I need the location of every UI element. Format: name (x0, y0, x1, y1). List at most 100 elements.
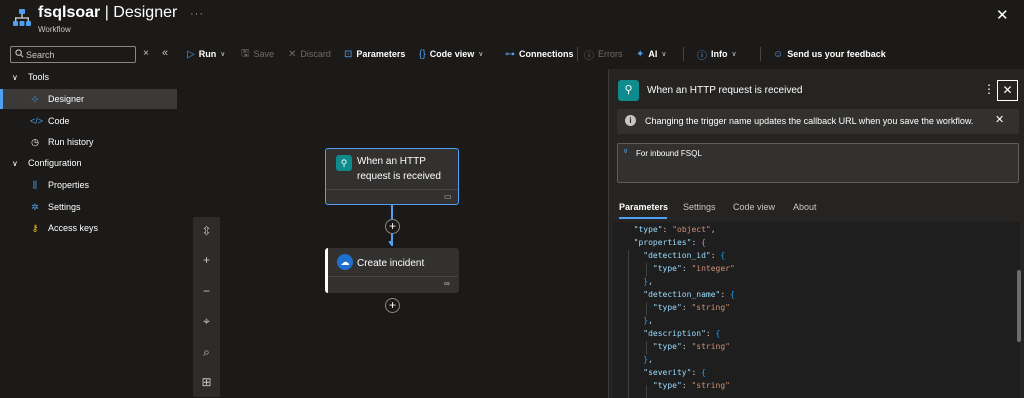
sidebar-item-access-keys[interactable]: ⚷ Access keys (0, 218, 177, 238)
parameters-icon: ⊡ (344, 48, 353, 60)
page-subtitle: Workflow (38, 25, 71, 34)
errors-label: Errors (598, 49, 623, 59)
play-icon: ▷ (187, 48, 195, 60)
sidebar-item-label: Run history (48, 137, 94, 147)
ai-button[interactable]: ✦ AI ∨ (636, 44, 667, 64)
toolbar-divider (577, 47, 578, 61)
errors-button[interactable]: ⓘ Errors (584, 44, 623, 64)
sidebar-item-label: Access keys (48, 223, 99, 233)
chevron-down-icon: ∨ (731, 51, 737, 58)
chevron-down-icon[interactable]: ∨ (623, 147, 628, 155)
discard-button[interactable]: ✕ Discard (288, 44, 331, 64)
braces-icon: {} (419, 48, 426, 60)
info-icon: ⓘ (697, 50, 707, 62)
tab-about[interactable]: About (793, 202, 817, 212)
feedback-label: Send us your feedback (787, 49, 886, 59)
run-button[interactable]: ▷ Run ∨ (187, 44, 225, 64)
sidebar-group-label: Tools (28, 72, 50, 82)
properties-icon: ⫼ (32, 179, 38, 190)
save-label: Save (253, 49, 275, 59)
code-line: "type": "string" (652, 342, 730, 351)
link-icon: ⊶ (505, 48, 515, 60)
search-icon (15, 49, 24, 58)
tab-parameters[interactable]: Parameters (619, 202, 668, 212)
chevron-down-icon: ∨ (12, 72, 18, 82)
gear-icon: ✲ (31, 201, 39, 212)
comment-icon[interactable]: ▭ (444, 192, 452, 201)
sidebar-item-label: Designer (48, 94, 85, 104)
ai-label: AI (648, 49, 658, 59)
panel-title[interactable]: When an HTTP request is received (647, 85, 802, 96)
connections-label: Connections (519, 49, 574, 59)
panel-close-button[interactable]: ✕ (997, 80, 1018, 101)
center-icon[interactable]: ⌖ (193, 309, 220, 333)
panel-more-icon[interactable]: ⋮ (983, 82, 995, 96)
code-line: "detection_name": { (643, 290, 735, 299)
editor-scrollbar[interactable] (1017, 270, 1021, 342)
connector-arrow-icon: ▼ (387, 240, 394, 247)
chevron-down-icon: ∨ (478, 51, 484, 58)
sidebar-group-tools[interactable]: ∨ Tools (12, 68, 49, 86)
sparkle-icon: ✦ (636, 48, 645, 60)
zoom-in-icon[interactable]: + (193, 248, 220, 272)
code-view-button[interactable]: {} Code view ∨ (419, 44, 483, 64)
sidebar-item-properties[interactable]: ⫼ Properties (0, 175, 177, 195)
app-name: fsqlsoar (38, 4, 101, 21)
action-card-footer (328, 276, 458, 292)
sidebar-item-designer[interactable]: ⊹ Designer (0, 89, 177, 109)
feedback-button[interactable]: ☺ Send us your feedback (773, 44, 886, 64)
code-line: "type": "object", (633, 225, 716, 234)
logic-app-logo-icon (13, 9, 31, 26)
code-icon: </> (30, 116, 44, 126)
save-button[interactable]: 🖫 Save (241, 44, 274, 64)
trigger-card-title: When an HTTP request is received (357, 156, 441, 182)
sidebar-item-label: Properties (48, 180, 90, 190)
code-line: "type": "integer" (652, 264, 735, 273)
sidebar-item-run-history[interactable]: ◷ Run history (0, 132, 177, 152)
discard-icon: ✕ (288, 48, 297, 60)
http-trigger-icon: ⚲ (618, 80, 639, 101)
code-view-label: Code view (429, 49, 475, 59)
run-label: Run (198, 49, 217, 59)
clear-search-icon[interactable]: × (143, 48, 149, 59)
tab-settings[interactable]: Settings (683, 202, 716, 212)
link-icon[interactable]: ∞ (444, 279, 450, 288)
action-card-title: Create incident (357, 258, 425, 269)
search-canvas-icon[interactable]: ⌕ (193, 340, 220, 364)
parameters-button[interactable]: ⊡ Parameters (344, 44, 405, 64)
http-trigger-icon: ⚲ (336, 155, 352, 171)
clock-icon: ◷ (31, 136, 39, 147)
code-line: "type": "string" (652, 303, 730, 312)
dismiss-info-button[interactable]: ✕ (995, 113, 1004, 126)
sidebar-group-configuration[interactable]: ∨ Configuration (12, 154, 82, 172)
toolbar-divider (760, 47, 761, 61)
close-blade-button[interactable]: ✕ (996, 6, 1009, 24)
more-options-icon[interactable]: ··· (190, 8, 204, 20)
add-step-button[interactable]: + (385, 298, 400, 313)
zoom-out-icon[interactable]: − (193, 279, 220, 303)
sidebar-item-code[interactable]: </> Code (0, 111, 177, 131)
code-line: "detection_id": { (643, 251, 726, 260)
parameters-label: Parameters (356, 49, 406, 59)
code-line: "type": "string" (652, 381, 730, 390)
sidebar-item-label: Settings (48, 202, 81, 212)
collapse-sidebar-icon[interactable]: « (162, 47, 168, 59)
sidebar-item-settings[interactable]: ✲ Settings (0, 197, 177, 217)
code-line: "description": { (643, 329, 721, 338)
info-button[interactable]: ⓘ Info ∨ (697, 44, 737, 64)
sentinel-icon: ☁ (337, 254, 353, 270)
chevron-down-icon: ∨ (12, 158, 18, 168)
search-input[interactable] (26, 47, 132, 62)
info-label: Info (711, 49, 728, 59)
minimap-icon[interactable]: ⊞ (193, 370, 220, 394)
connections-button[interactable]: ⊶ Connections (505, 44, 574, 64)
chevron-down-icon: ∨ (220, 51, 226, 58)
sidebar-item-label: Code (48, 116, 70, 126)
title-separator: | (100, 4, 114, 21)
code-line: }, (643, 277, 653, 286)
insert-step-button[interactable]: + (385, 219, 400, 234)
fit-view-icon[interactable]: ⇳ (193, 219, 220, 243)
tab-code-view[interactable]: Code view (733, 202, 775, 212)
code-line: "properties": { (633, 238, 706, 247)
info-message: Changing the trigger name updates the ca… (645, 116, 974, 126)
